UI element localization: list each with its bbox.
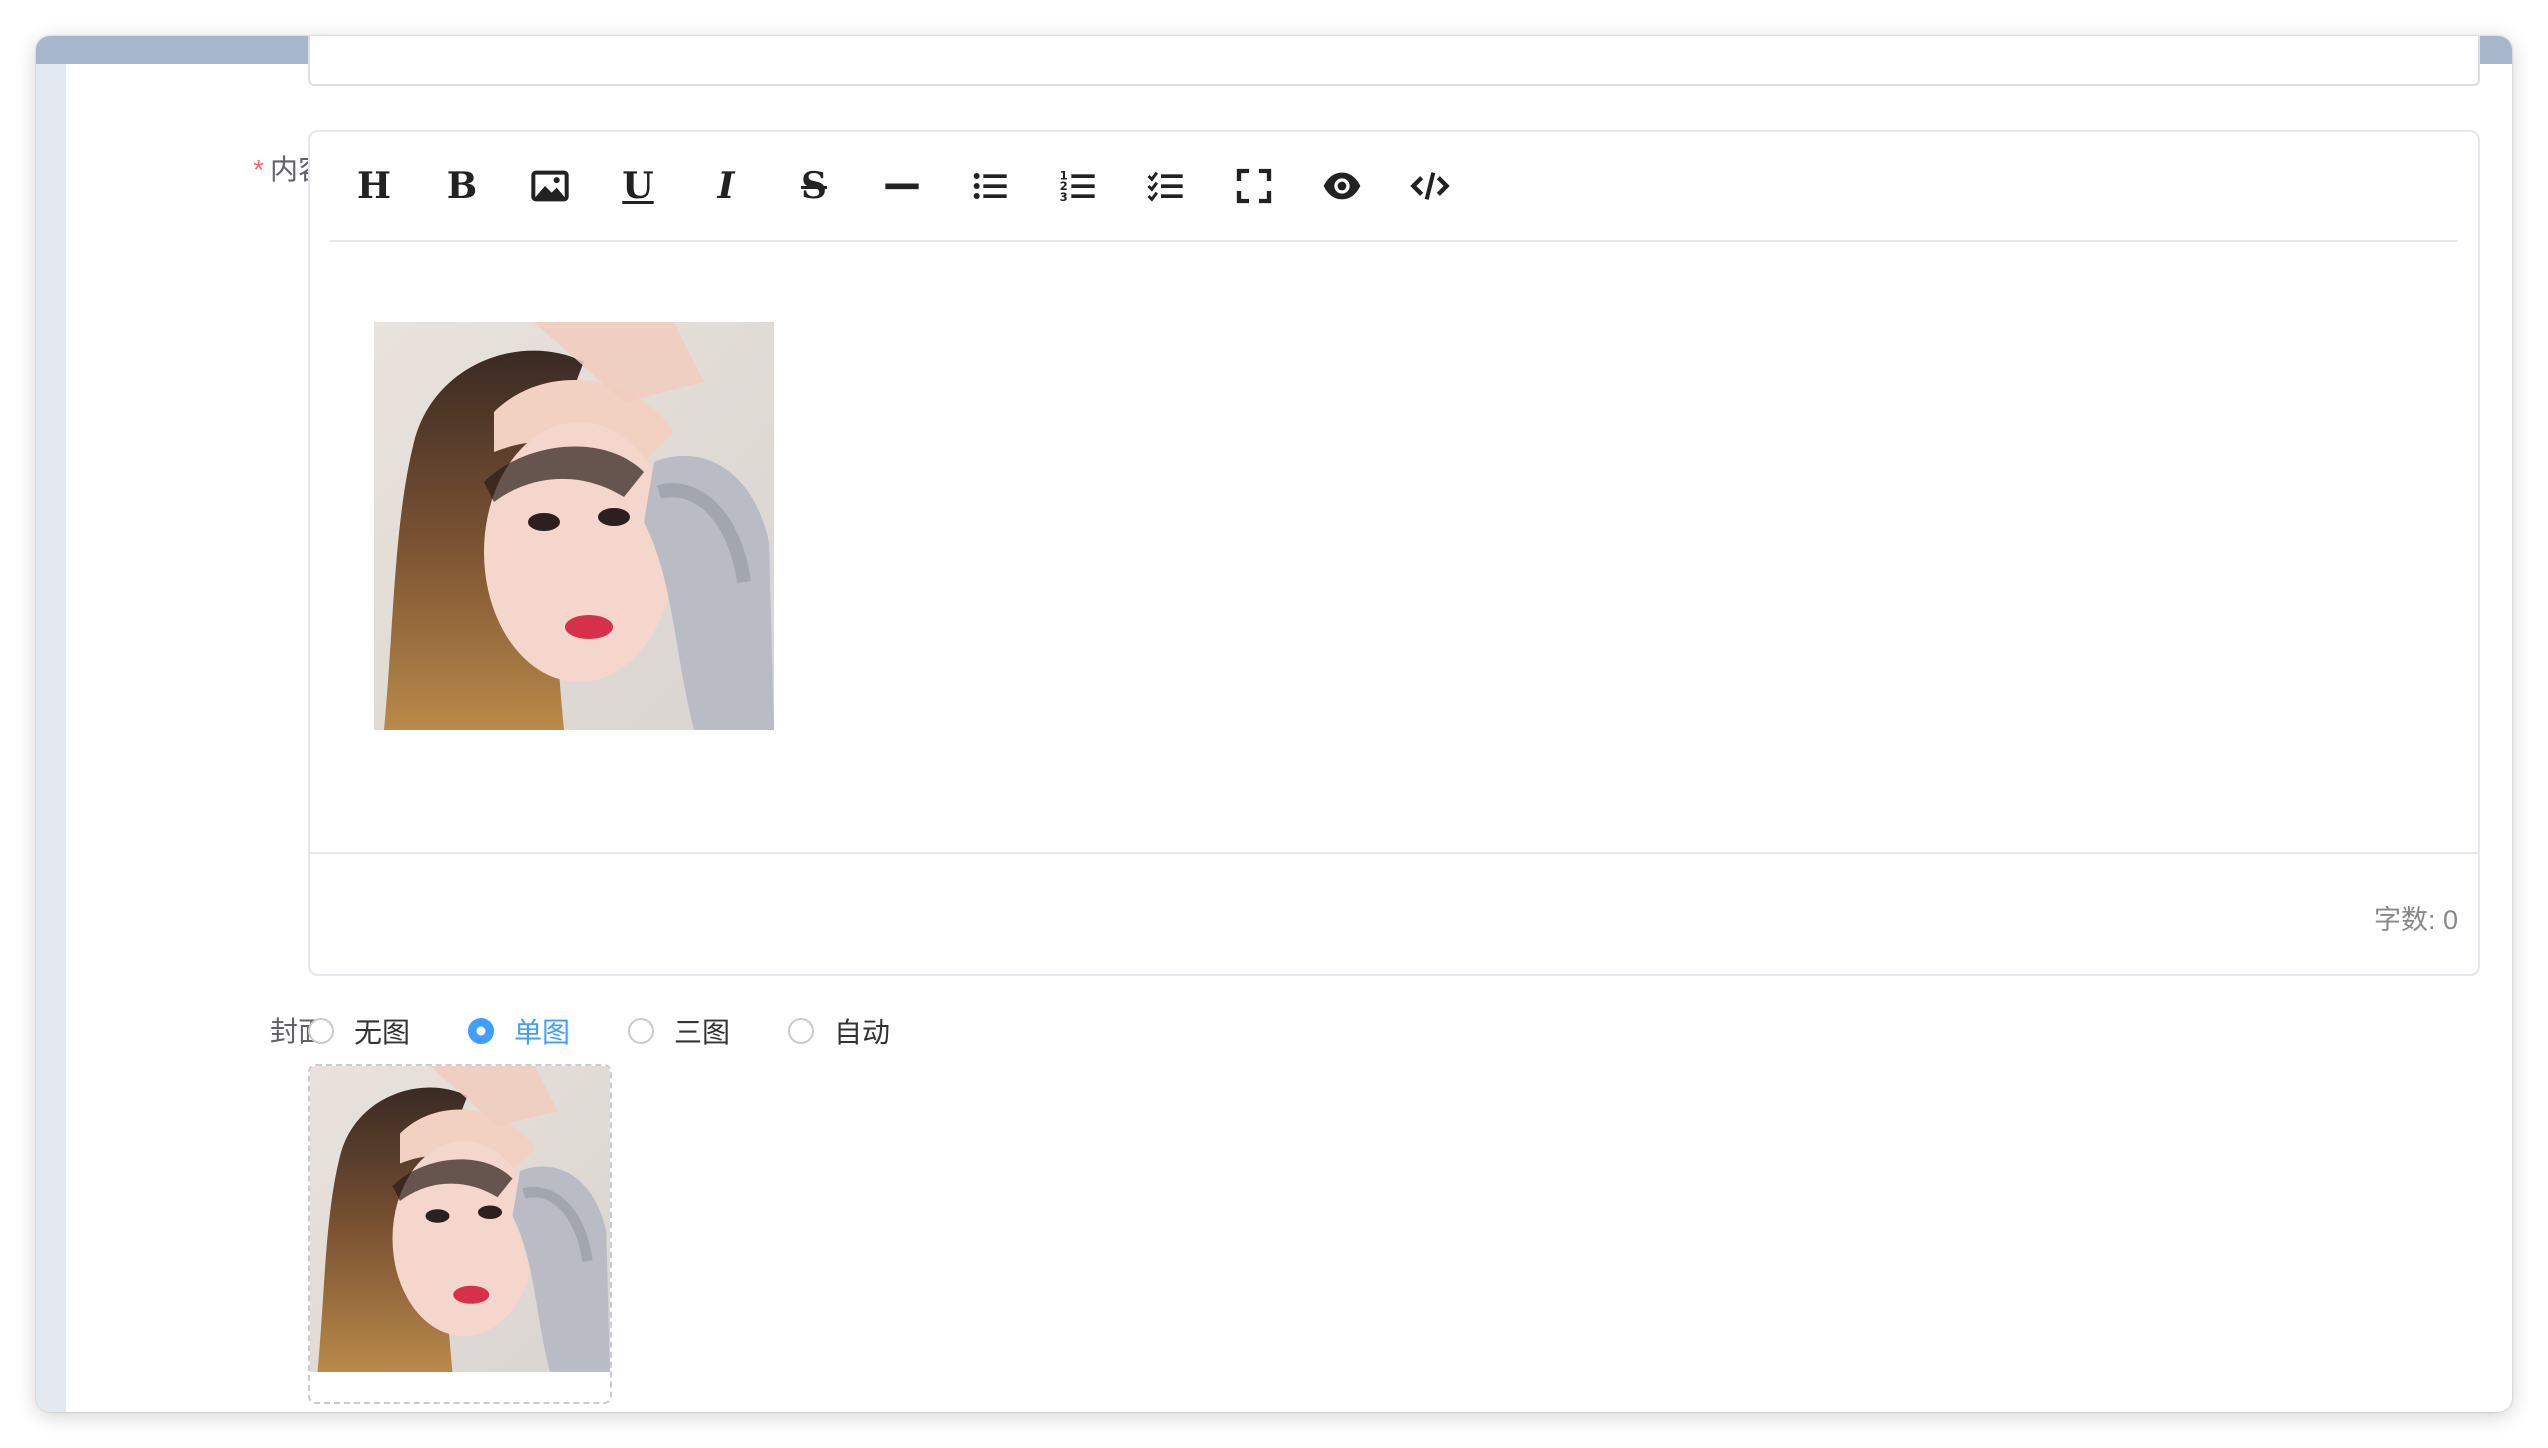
heading-button[interactable]: H bbox=[330, 154, 418, 218]
radio-no-image-label: 无图 bbox=[354, 1017, 411, 1048]
bullet-list-icon bbox=[973, 173, 1007, 199]
cover-photo bbox=[310, 1066, 610, 1372]
radio-single-image-label: 单图 bbox=[514, 1017, 571, 1048]
fullscreen-button[interactable] bbox=[1210, 154, 1298, 218]
radio-circle[interactable] bbox=[788, 1018, 815, 1044]
image-icon bbox=[531, 170, 569, 202]
word-count: 字数: 0 bbox=[2373, 905, 2458, 935]
radio-three-images[interactable]: 三图 bbox=[628, 1011, 730, 1051]
heading-icon: H bbox=[356, 165, 391, 207]
ordered-list-button[interactable]: 1 2 3 bbox=[1034, 154, 1122, 218]
editor-toolbar: H B U I S 1 2 3 bbox=[330, 132, 2458, 242]
image-button[interactable] bbox=[506, 154, 594, 218]
bullet-list-button[interactable] bbox=[946, 154, 1034, 218]
radio-three-images-label: 三图 bbox=[674, 1017, 731, 1048]
radio-auto[interactable]: 自动 bbox=[788, 1011, 890, 1051]
underline-icon: U bbox=[622, 165, 654, 207]
sidebar-edge bbox=[36, 64, 66, 1412]
underline-button[interactable]: U bbox=[594, 154, 682, 218]
code-view-button[interactable] bbox=[1386, 154, 1474, 218]
bold-button[interactable]: B bbox=[418, 154, 506, 218]
cover-type-radio-group: 无图 单图 三图 自动 bbox=[308, 1006, 948, 1056]
fullscreen-icon bbox=[1236, 168, 1272, 204]
task-list-icon bbox=[1147, 171, 1183, 202]
svg-text:3: 3 bbox=[1060, 190, 1068, 204]
bold-icon: B bbox=[446, 165, 478, 207]
rich-text-editor: H B U I S 1 2 3 字数: 0 bbox=[308, 130, 2480, 976]
radio-circle[interactable] bbox=[308, 1018, 334, 1044]
strikethrough-button[interactable]: S bbox=[770, 154, 858, 218]
radio-circle-checked[interactable] bbox=[468, 1018, 495, 1044]
editor-window: * 内容 H B U I S 1 2 3 字数: 0 封面 无图 单图 三图 自… bbox=[36, 36, 2512, 1412]
cover-label: 封面 bbox=[269, 1016, 326, 1047]
radio-circle[interactable] bbox=[628, 1018, 655, 1044]
code-icon bbox=[1410, 172, 1450, 200]
editor-footer: 字数: 0 bbox=[310, 852, 2478, 974]
inserted-photo[interactable] bbox=[374, 322, 774, 730]
title-input[interactable] bbox=[308, 36, 2480, 86]
horizontal-rule-icon bbox=[885, 183, 919, 190]
horizontal-rule-button[interactable] bbox=[858, 154, 946, 218]
italic-button[interactable]: I bbox=[682, 154, 770, 218]
italic-icon: I bbox=[717, 165, 735, 207]
preview-button[interactable] bbox=[1298, 154, 1386, 218]
content-label: * 内容 bbox=[176, 148, 326, 188]
strikethrough-icon: S bbox=[801, 165, 827, 207]
radio-no-image[interactable]: 无图 bbox=[308, 1011, 410, 1051]
cover-photo-image bbox=[310, 1066, 610, 1372]
radio-auto-label: 自动 bbox=[834, 1017, 891, 1048]
required-mark: * bbox=[253, 154, 264, 185]
ordered-list-icon: 1 2 3 bbox=[1060, 168, 1095, 204]
radio-single-image[interactable]: 单图 bbox=[468, 1011, 570, 1051]
task-list-button[interactable] bbox=[1122, 154, 1210, 218]
photo-image bbox=[374, 322, 774, 730]
editor-content-area[interactable] bbox=[310, 242, 2478, 842]
cover-upload-box[interactable] bbox=[308, 1064, 612, 1404]
eye-icon bbox=[1323, 172, 1361, 200]
